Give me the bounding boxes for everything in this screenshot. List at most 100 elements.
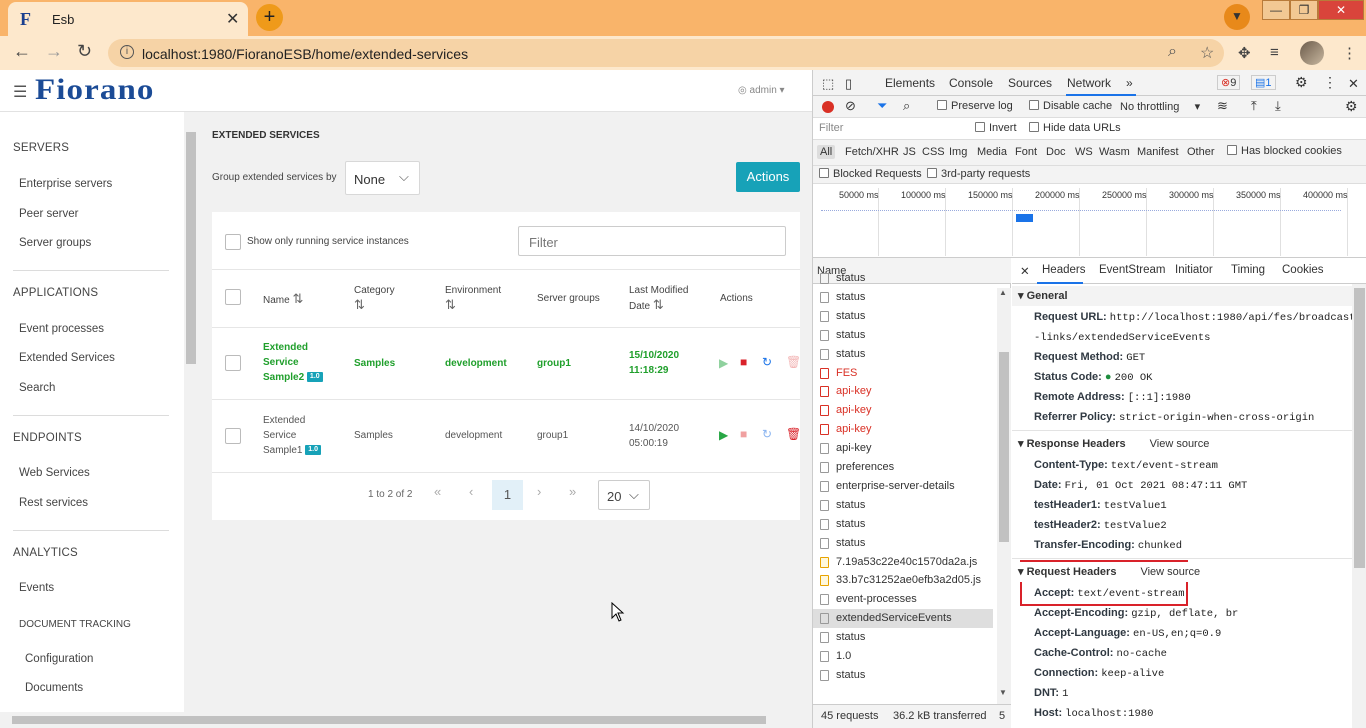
service-name[interactable]: Extended Service Sample1 1.0	[263, 413, 321, 458]
back-icon[interactable]: ←	[13, 41, 31, 62]
sidebar-item-enterprise-servers[interactable]: Enterprise servers	[19, 178, 112, 190]
request-headers-section-header[interactable]: ▾ Request Headers View source	[1012, 562, 1352, 582]
sidebar-scroll-thumb[interactable]	[186, 132, 196, 364]
request-row[interactable]: status	[813, 326, 993, 345]
sidebar-item-web-services[interactable]: Web Services	[19, 467, 90, 479]
row-checkbox[interactable]	[225, 428, 241, 444]
service-name[interactable]: Extended Service Sample2 1.0	[263, 340, 323, 385]
actions-button[interactable]: Actions	[736, 162, 800, 192]
select-all-checkbox[interactable]	[225, 289, 241, 305]
stop-icon[interactable]: ■	[740, 355, 747, 369]
reload-icon[interactable]: ↻	[77, 41, 92, 62]
next-page-icon[interactable]: ›	[537, 484, 541, 499]
close-devtools-icon[interactable]: ✕	[1348, 76, 1359, 92]
prev-page-icon[interactable]: ‹	[469, 484, 473, 499]
close-window-button[interactable]: ✕	[1318, 0, 1364, 20]
request-row[interactable]: 33.b7c31252ae0efb3a2d05.js	[813, 571, 993, 590]
request-row[interactable]: status	[813, 269, 993, 288]
type-doc[interactable]: Doc	[1046, 146, 1066, 158]
clear-icon[interactable]: ⊘	[845, 98, 856, 114]
request-row[interactable]: status	[813, 628, 993, 647]
start-icon[interactable]: ▶	[719, 428, 728, 442]
filter-funnel-icon[interactable]: ⏷	[877, 98, 887, 114]
tab-network[interactable]: Network	[1067, 76, 1111, 90]
blocked-requests-checkbox[interactable]: Blocked Requests	[819, 168, 922, 180]
sidebar-item-extended-services[interactable]: Extended Services	[19, 352, 115, 364]
general-section-header[interactable]: ▾ General	[1012, 286, 1352, 306]
network-timeline[interactable]: 50000 ms 100000 ms 150000 ms 200000 ms 2…	[813, 184, 1366, 258]
column-last-modified[interactable]: Last Modified Date ⇅	[629, 284, 688, 314]
sidebar-item-peer-server[interactable]: Peer server	[19, 208, 78, 220]
request-row[interactable]: api-key	[813, 382, 993, 401]
request-list-scroll-thumb[interactable]	[999, 352, 1009, 542]
tab-console[interactable]: Console	[949, 76, 993, 90]
sidebar-item-documents[interactable]: Documents	[25, 682, 83, 694]
avatar[interactable]	[1300, 41, 1324, 65]
devtools-menu-icon[interactable]: ⋮	[1323, 74, 1337, 91]
network-conditions-icon[interactable]: ≋	[1217, 98, 1228, 114]
type-img[interactable]: Img	[949, 146, 967, 158]
current-page-button[interactable]: 1	[492, 480, 523, 510]
last-page-icon[interactable]: »	[569, 484, 576, 499]
request-row[interactable]: api-key	[813, 401, 993, 420]
response-headers-section-header[interactable]: ▾ Response Headers View source	[1012, 434, 1352, 454]
error-count-badge[interactable]: ⊗9	[1217, 75, 1241, 90]
request-row[interactable]: api-key	[813, 420, 993, 439]
menu-icon[interactable]: ⋮	[1342, 44, 1357, 62]
tab-cookies[interactable]: Cookies	[1282, 264, 1324, 276]
sidebar-item-rest-services[interactable]: Rest services	[19, 497, 88, 509]
sidebar-item-search[interactable]: Search	[19, 382, 55, 394]
request-row[interactable]: 7.19a53c22e40c1570da2a.js	[813, 553, 993, 572]
type-font[interactable]: Font	[1015, 146, 1037, 158]
extensions-icon[interactable]: ✥	[1238, 44, 1251, 62]
reading-list-icon[interactable]: ≡	[1270, 44, 1279, 61]
request-row[interactable]: 1.0	[813, 647, 993, 666]
type-fetch-xhr[interactable]: Fetch/XHR	[845, 146, 899, 158]
row-checkbox[interactable]	[225, 355, 241, 371]
column-environment[interactable]: Environment ⇅	[445, 284, 501, 314]
restart-icon[interactable]: ↻	[762, 355, 772, 369]
request-row[interactable]: status	[813, 496, 993, 515]
request-row[interactable]: event-processes	[813, 590, 993, 609]
request-row[interactable]: status	[813, 534, 993, 553]
sidebar-item-configuration[interactable]: Configuration	[25, 653, 93, 665]
type-other[interactable]: Other	[1187, 146, 1215, 158]
type-css[interactable]: CSS	[922, 146, 945, 158]
network-filter-input[interactable]: Filter	[819, 122, 843, 134]
scroll-down-icon[interactable]: ▼	[999, 688, 1007, 697]
hide-data-urls-checkbox[interactable]: Hide data URLs	[1029, 122, 1121, 134]
type-ws[interactable]: WS	[1075, 146, 1093, 158]
detail-scroll-thumb[interactable]	[1354, 288, 1365, 568]
tab-timing[interactable]: Timing	[1231, 264, 1265, 276]
sort-icon[interactable]: ⇅	[354, 297, 365, 312]
sidebar-item-server-groups[interactable]: Server groups	[19, 237, 91, 249]
type-wasm[interactable]: Wasm	[1099, 146, 1130, 158]
tab-headers[interactable]: Headers	[1042, 264, 1085, 276]
column-category[interactable]: Category ⇅	[354, 284, 395, 314]
record-icon[interactable]	[822, 101, 834, 113]
request-row[interactable]: status	[813, 515, 993, 534]
has-blocked-cookies-checkbox[interactable]: Has blocked cookies	[1227, 145, 1342, 157]
settings-gear-icon[interactable]: ⚙	[1295, 74, 1308, 91]
request-row[interactable]: api-key	[813, 439, 993, 458]
zoom-icon[interactable]: ⌕	[1168, 43, 1177, 61]
preserve-log-checkbox[interactable]: Preserve log	[937, 100, 1013, 112]
browser-tab[interactable]: F Esb ✕	[8, 2, 248, 36]
sidebar-item-event-processes[interactable]: Event processes	[19, 323, 104, 335]
more-tabs-icon[interactable]: »	[1126, 76, 1133, 90]
sort-icon[interactable]: ⇅	[445, 297, 456, 312]
type-js[interactable]: JS	[903, 146, 916, 158]
disable-cache-checkbox[interactable]: Disable cache	[1029, 100, 1112, 112]
sidebar-item-events[interactable]: Events	[19, 582, 54, 594]
running-only-checkbox[interactable]	[225, 234, 241, 250]
request-row[interactable]: enterprise-server-details	[813, 477, 993, 496]
close-tab-icon[interactable]: ✕	[226, 9, 239, 29]
tab-eventstream[interactable]: EventStream	[1099, 264, 1165, 276]
export-icon[interactable]: ⤓	[1275, 98, 1281, 114]
request-row[interactable]: status	[813, 288, 993, 307]
response-view-source-link[interactable]: View source	[1150, 438, 1210, 450]
scroll-up-icon[interactable]: ▲	[999, 288, 1007, 297]
tab-initiator[interactable]: Initiator	[1175, 264, 1213, 276]
start-icon[interactable]: ▶	[719, 356, 728, 370]
sort-icon[interactable]: ⇅	[653, 297, 664, 312]
